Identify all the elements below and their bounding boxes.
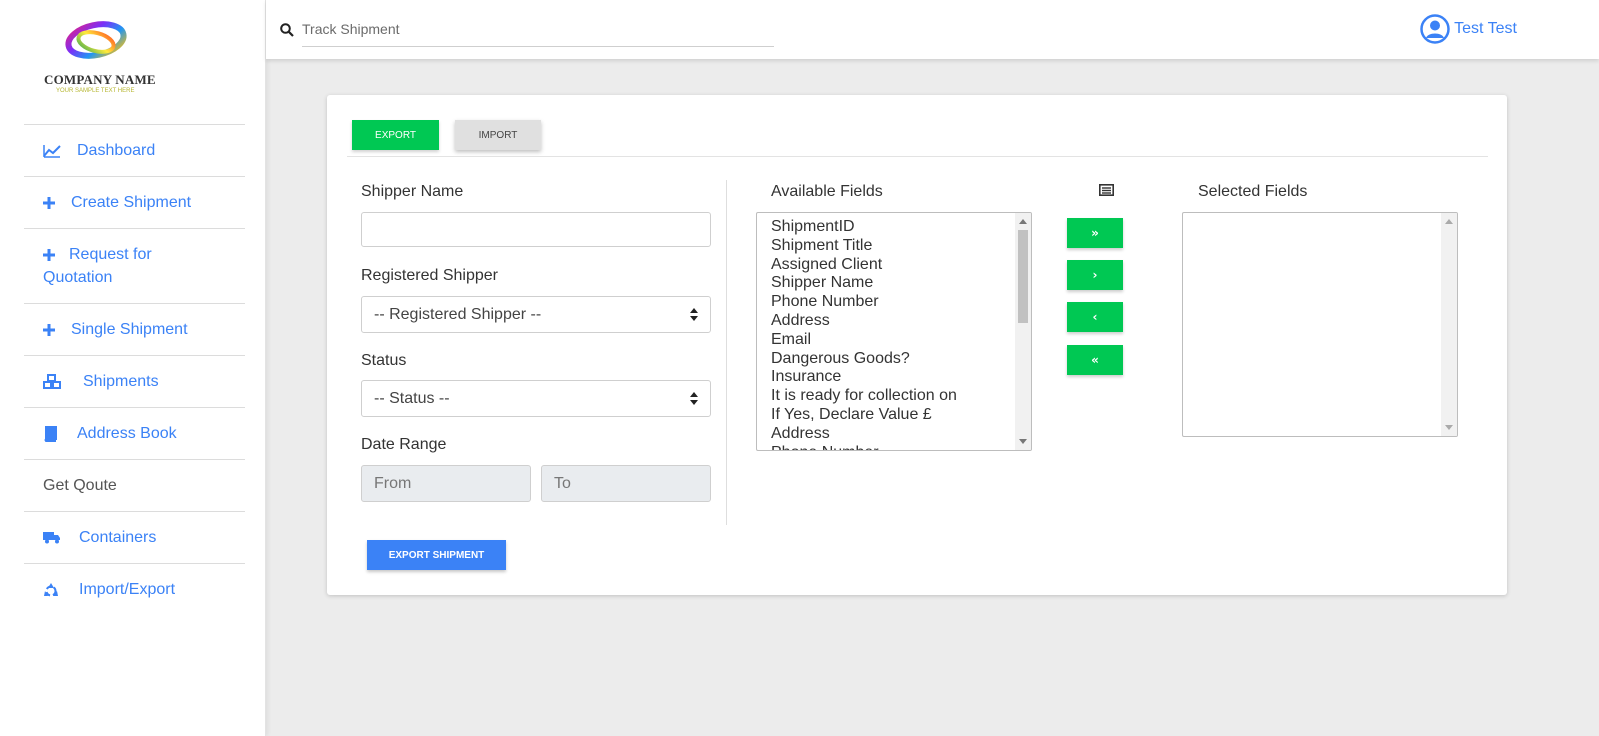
sidebar-item-label: Get Qoute [43,477,117,494]
sidebar: COMPANY NAME YOUR SAMPLE TEXT HERE Dashb… [0,0,266,736]
company-tagline: YOUR SAMPLE TEXT HERE [56,88,135,94]
book-icon [43,422,69,445]
list-item[interactable]: Phone Number [771,444,1031,450]
date-from-placeholder: From [374,474,412,492]
list-item[interactable]: If Yes, Declare Value £ [771,406,1031,425]
available-fields-items: ShipmentID Shipment Title Assigned Client S… [757,213,1031,450]
list-view-icon [1099,183,1114,201]
select-arrows-icon [690,392,698,405]
available-fields-scrollbar[interactable] [1015,213,1031,450]
list-item[interactable]: Email [771,331,1031,350]
sidebar-item-import-export[interactable]: Import/Export [24,563,245,615]
registered-shipper-label: Registered Shipper [361,267,498,284]
logo-swirl-icon [65,21,127,59]
plus-icon [43,318,69,341]
list-item[interactable]: ShipmentID [771,218,1031,237]
truck-icon [43,526,69,549]
sidebar-item-label: Single Shipment [71,321,188,338]
list-item[interactable]: Shipment Title [771,237,1031,256]
sidebar-item-label: Create Shipment [71,194,192,211]
list-item[interactable]: Address [771,312,1031,331]
sidebar-item-address-book[interactable]: Address Book [24,407,245,459]
sidebar-item-get-quote[interactable]: Get Qoute [24,459,245,511]
available-fields-list[interactable]: ShipmentID Shipment Title Assigned Client S… [756,212,1032,451]
move-all-right-button[interactable]: » [1067,218,1123,248]
track-shipment-input[interactable] [302,12,774,47]
company-logo[interactable]: COMPANY NAME YOUR SAMPLE TEXT HERE [44,16,156,100]
plus-icon [43,191,69,214]
status-label: Status [361,352,407,369]
tab-import[interactable]: IMPORT [455,120,541,150]
company-name: COMPANY NAME [44,72,156,87]
list-item[interactable]: Assigned Client [771,256,1031,275]
user-name: Test Test [1454,20,1517,37]
available-fields-label: Available Fields [771,183,883,200]
sidebar-item-label: Containers [79,529,157,546]
select-arrows-icon [690,308,698,321]
scroll-down-arrow-icon[interactable] [1019,439,1027,444]
move-right-button[interactable]: › [1067,260,1123,290]
cubes-icon [43,370,69,393]
scroll-up-arrow-icon[interactable] [1445,219,1453,224]
plus-icon [43,243,69,266]
registered-shipper-select[interactable]: -- Registered Shipper -- [361,296,711,333]
column-divider [726,180,727,525]
scroll-up-arrow-icon[interactable] [1019,219,1027,224]
recycle-icon [43,578,69,601]
sidebar-item-containers[interactable]: Containers [24,511,245,563]
move-all-left-button[interactable]: « [1067,345,1123,375]
selected-fields-label: Selected Fields [1198,183,1308,200]
sidebar-item-label: Address Book [77,425,177,442]
scroll-down-arrow-icon[interactable] [1445,425,1453,430]
move-left-button[interactable]: ‹ [1067,302,1123,332]
date-from-input[interactable]: From [361,465,531,502]
user-avatar-icon [1420,14,1450,44]
scroll-thumb[interactable] [1018,230,1028,323]
sidebar-item-label: Import/Export [79,581,176,598]
sidebar-item-request-quotation[interactable]: Request for Quotation [24,228,245,303]
list-item[interactable]: Dangerous Goods? [771,350,1031,369]
selected-fields-items [1183,213,1457,218]
date-range-label: Date Range [361,436,447,453]
tab-export[interactable]: EXPORT [352,120,439,150]
status-select[interactable]: -- Status -- [361,380,711,417]
shipper-name-label: Shipper Name [361,183,464,200]
status-value: -- Status -- [374,389,450,407]
sidebar-item-label: Dashboard [77,142,156,159]
chart-line-icon [43,139,69,162]
selected-fields-list[interactable] [1182,212,1458,437]
list-item[interactable]: Insurance [771,368,1031,387]
sidebar-item-single-shipment[interactable]: Single Shipment [24,303,245,355]
selected-fields-scrollbar[interactable] [1441,213,1457,436]
sidebar-item-shipments[interactable]: Shipments [24,355,245,407]
search-icon [280,23,294,42]
registered-shipper-value: -- Registered Shipper -- [374,305,542,323]
sidebar-item-label: Shipments [83,373,159,390]
export-shipment-button[interactable]: EXPORT SHIPMENT [367,540,506,570]
list-item[interactable]: It is ready for collection on [771,387,1031,406]
export-card: EXPORT IMPORT Shipper Name Registered Sh… [327,95,1507,595]
user-menu[interactable]: Test Test [1420,14,1517,44]
tab-divider [347,156,1488,157]
date-to-placeholder: To [554,474,571,492]
list-item[interactable]: Address [771,425,1031,444]
list-item[interactable]: Phone Number [771,293,1031,312]
shipper-name-input[interactable] [361,212,711,247]
sidebar-item-dashboard[interactable]: Dashboard [24,124,245,176]
sidebar-nav: Dashboard Create Shipment Request for Qu… [24,124,245,615]
top-bar: Test Test [266,0,1599,59]
list-item[interactable]: Shipper Name [771,274,1031,293]
sidebar-item-create-shipment[interactable]: Create Shipment [24,176,245,228]
date-to-input[interactable]: To [541,465,711,502]
